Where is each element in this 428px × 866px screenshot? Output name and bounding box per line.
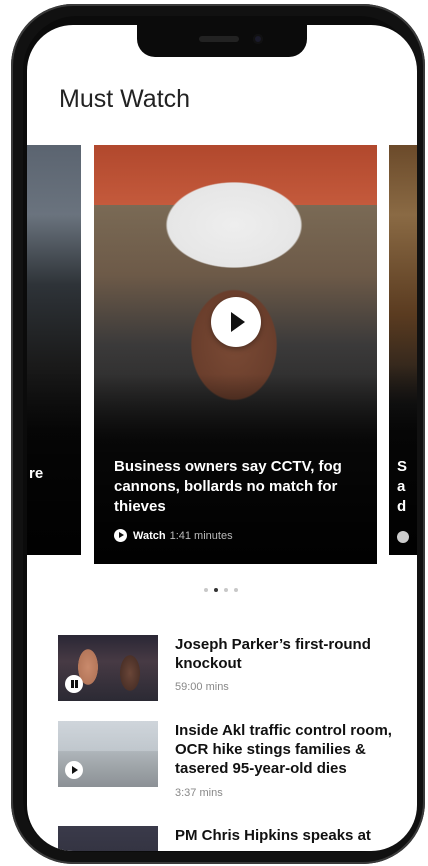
list-item-duration: 59:00 mins — [175, 681, 229, 693]
carousel-card-previous[interactable]: re — [27, 145, 81, 555]
video-thumbnail[interactable] — [58, 721, 158, 787]
carousel-pagination[interactable] — [204, 588, 238, 592]
play-circle-icon — [397, 531, 409, 543]
speaker-icon — [199, 36, 239, 42]
video-duration: 1:41 minutes — [169, 529, 233, 542]
play-button-icon[interactable] — [211, 297, 261, 347]
section-title: Must Watch — [59, 85, 191, 113]
carousel-card-main[interactable]: Business owners say CCTV, fog cannons, b… — [94, 145, 377, 564]
pagination-dot[interactable] — [224, 588, 228, 592]
card-headline: Business owners say CCTV, fog cannons, b… — [114, 458, 342, 515]
phone-screen: Must Watch re Business owners say CCTV, … — [27, 25, 417, 851]
play-icon[interactable] — [65, 761, 83, 779]
pagination-dot[interactable] — [204, 588, 208, 592]
notch — [137, 25, 307, 57]
video-thumbnail[interactable] — [58, 826, 158, 851]
play-circle-icon — [114, 529, 127, 542]
watch-label: Watch — [133, 529, 166, 542]
card-headline-partial: S a d — [397, 458, 408, 515]
list-item-title[interactable]: Joseph Parker’s first-round knockout — [175, 635, 403, 673]
list-item-duration: 3:37 mins — [175, 787, 223, 799]
list-item-title[interactable]: Inside Akl traffic control room, OCR hik… — [175, 721, 403, 778]
pagination-dot[interactable] — [234, 588, 238, 592]
carousel-card-next[interactable]: S a d — [389, 145, 417, 555]
card-headline-partial: re — [29, 465, 44, 482]
list-item-title[interactable]: PM Chris Hipkins speaks at — [175, 826, 403, 845]
camera-icon — [253, 34, 263, 44]
pagination-dot-active[interactable] — [214, 588, 218, 592]
video-thumbnail[interactable] — [58, 635, 158, 701]
watch-row: Watch 1:41 minutes — [114, 529, 233, 542]
pause-icon[interactable] — [65, 675, 83, 693]
